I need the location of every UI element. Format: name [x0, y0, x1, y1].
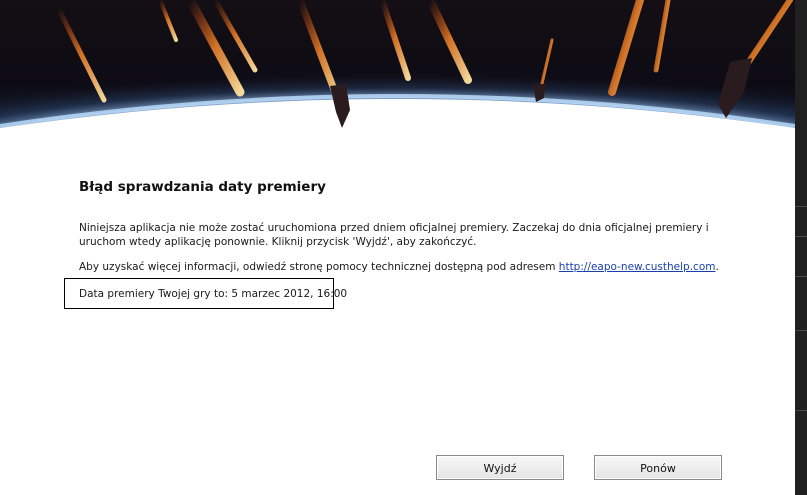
help-info-prefix: Aby uzyskać więcej informacji, odwiedź s… — [79, 261, 556, 273]
help-info-text: Aby uzyskać więcej informacji, odwiedź s… — [79, 260, 759, 274]
error-message: Niniejsza aplikacja nie może zostać uruc… — [79, 222, 709, 248]
banner-image — [0, 0, 795, 140]
dialog-title: Błąd sprawdzania daty premiery — [79, 179, 326, 195]
retry-button[interactable]: Ponów — [594, 455, 722, 480]
release-date-box: Data premiery Twojej gry to: 5 marzec 20… — [64, 278, 347, 309]
support-link[interactable]: http://eapo-new.custhelp.com — [559, 261, 716, 273]
release-date-error-dialog: Błąd sprawdzania daty premiery Niniejsza… — [0, 0, 795, 495]
exit-button[interactable]: Wyjdź — [436, 455, 564, 480]
background-window-edge — [795, 0, 807, 495]
help-info-suffix: . — [715, 261, 719, 273]
release-date-text: Data premiery Twojej gry to: 5 marzec 20… — [79, 288, 348, 300]
